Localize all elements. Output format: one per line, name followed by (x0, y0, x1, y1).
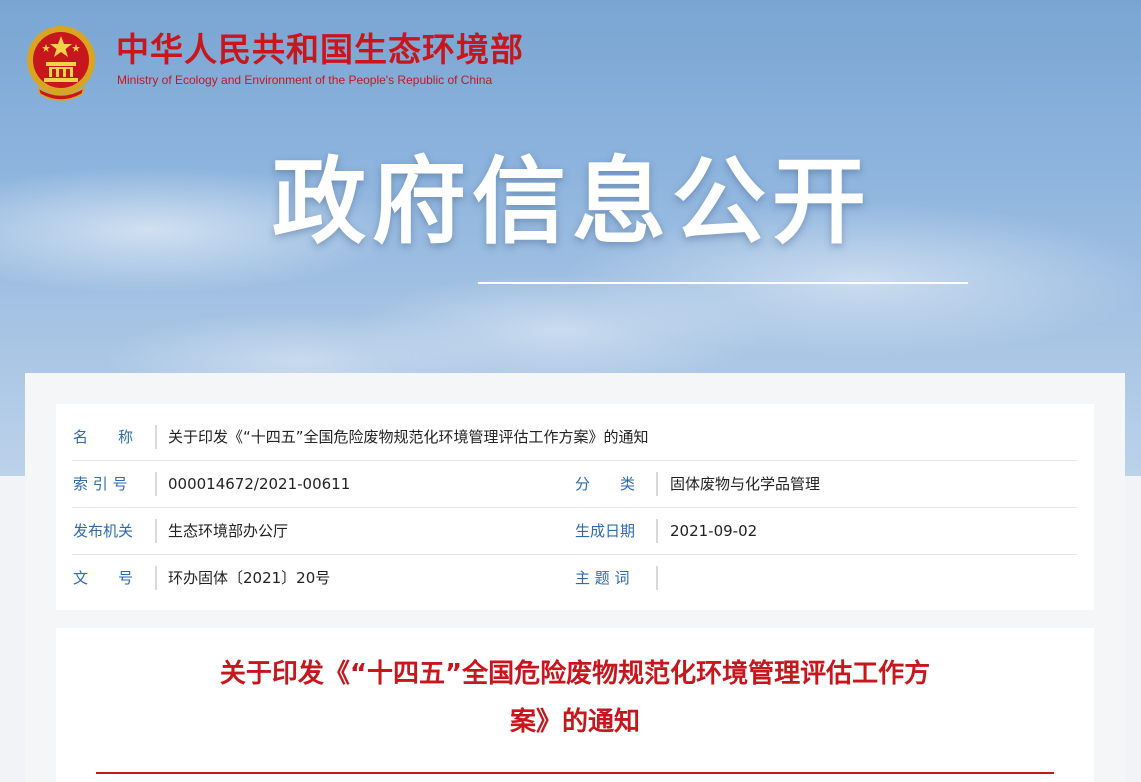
title-divider (96, 772, 1054, 774)
national-emblem-icon (27, 26, 95, 101)
meta-label-keywords: 主 题 词 (575, 569, 630, 587)
meta-value-issuer: 生态环境部办公厅 (168, 522, 289, 540)
meta-label-index: 索 引 号 (73, 475, 128, 493)
meta-value-date: 2021-09-02 (670, 522, 758, 540)
meta-label-category: 分 类 (575, 475, 636, 493)
meta-separator (155, 519, 157, 543)
meta-separator (155, 425, 157, 449)
document-title: 关于印发《“十四五”全国危险废物规范化环境管理评估工作方 案》的通知 (56, 650, 1094, 746)
meta-separator (155, 472, 157, 496)
document-title-line1: 关于印发《“十四五”全国危险废物规范化环境管理评估工作方 (219, 659, 931, 689)
meta-label-name: 名 称 (73, 428, 134, 446)
meta-separator (656, 566, 658, 590)
meta-value-docno: 环办固体〔2021〕20号 (168, 569, 331, 587)
document-title-line2: 案》的通知 (509, 707, 640, 737)
meta-value-index: 000014672/2021-00611 (168, 475, 351, 493)
meta-label-issuer: 发布机关 (73, 522, 134, 540)
hero-divider (478, 282, 968, 284)
meta-label-docno: 文 号 (73, 569, 134, 587)
meta-row-name: 名 称 关于印发《“十四五”全国危险废物规范化环境管理评估工作方案》的通知 (72, 414, 1077, 461)
meta-separator (155, 566, 157, 590)
meta-separator (656, 472, 658, 496)
meta-row-issuer: 发布机关 生态环境部办公厅 生成日期 2021-09-02 (72, 508, 1077, 555)
org-name-en[interactable]: Ministry of Ecology and Environment of t… (117, 73, 492, 87)
meta-label-date: 生成日期 (575, 522, 636, 540)
meta-separator (656, 519, 658, 543)
meta-value-category: 固体废物与化学品管理 (670, 475, 821, 493)
meta-info-card: 名 称 关于印发《“十四五”全国危险废物规范化环境管理评估工作方案》的通知 索 … (56, 404, 1094, 610)
meta-row-index: 索 引 号 000014672/2021-00611 分 类 固体废物与化学品管… (72, 461, 1077, 508)
meta-row-docno: 文 号 环办固体〔2021〕20号 主 题 词 (72, 555, 1077, 601)
hero-title: 政府信息公开 (272, 148, 873, 257)
meta-value-name: 关于印发《“十四五”全国危险废物规范化环境管理评估工作方案》的通知 (168, 428, 649, 446)
org-name-cn[interactable]: 中华人民共和国生态环境部 (116, 30, 524, 70)
